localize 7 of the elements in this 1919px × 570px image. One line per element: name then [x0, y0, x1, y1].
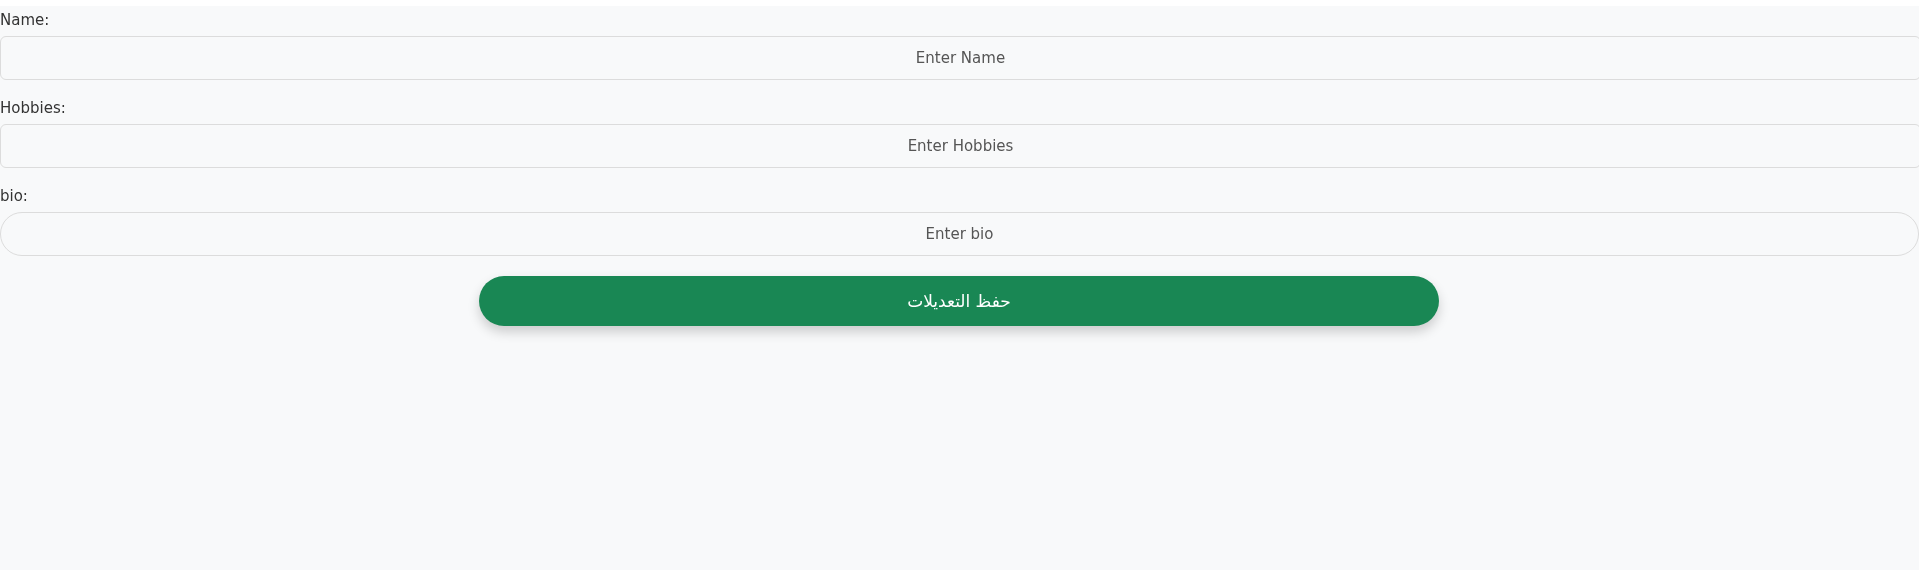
save-button[interactable]: حفظ التعديلات: [479, 276, 1439, 326]
input-field[interactable]: Enter Hobbies: [0, 124, 1919, 168]
input-field[interactable]: Enter bio: [0, 212, 1919, 256]
field-label: bio:: [0, 186, 29, 207]
field-label: Hobbies:: [0, 98, 67, 119]
input-field[interactable]: Enter Name: [0, 36, 1919, 80]
field-label: Name:: [0, 10, 51, 31]
